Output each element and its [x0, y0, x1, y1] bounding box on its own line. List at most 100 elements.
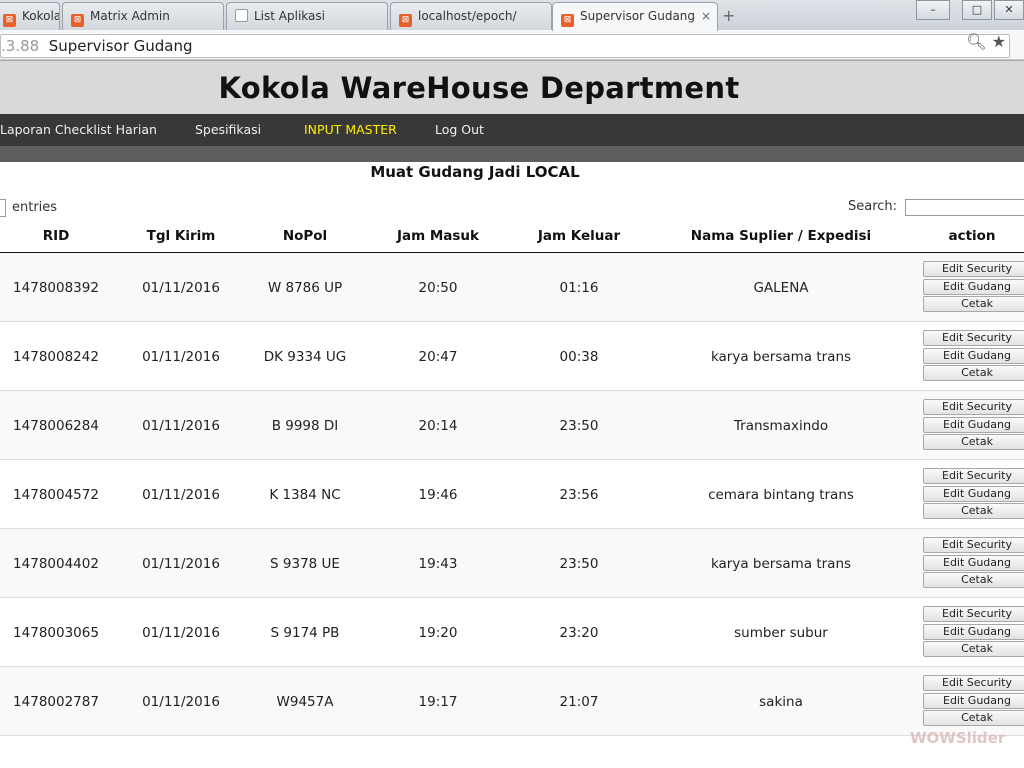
- cell-tgl-kirim: 01/11/2016: [142, 694, 220, 710]
- cell-tgl-kirim: 01/11/2016: [142, 349, 220, 365]
- page-header: Kokola WareHouse Department: [0, 60, 1024, 114]
- cell-jam-masuk: 19:17: [418, 694, 458, 710]
- cell-rid: 1478006284: [13, 418, 99, 434]
- col-nopol[interactable]: NoPol: [255, 228, 355, 244]
- xampp-icon: ⊠: [3, 14, 16, 27]
- tab-localhost-epoch[interactable]: ⊠ localhost/epoch/: [390, 2, 552, 30]
- page-title: Kokola WareHouse Department: [218, 71, 740, 105]
- close-tab-icon[interactable]: ×: [701, 9, 711, 23]
- cell-jam-keluar: 00:38: [559, 349, 599, 365]
- maximize-button[interactable]: □: [962, 0, 992, 20]
- table-row: 1478008392 01/11/2016 W 8786 UP 20:50 01:16 G…: [0, 253, 1024, 322]
- cell-jam-keluar: 01:16: [559, 280, 599, 296]
- nav-logout[interactable]: Log Out: [435, 122, 484, 137]
- cell-jam-masuk: 20:50: [418, 280, 458, 296]
- cell-nopol: B 9998 DI: [271, 418, 339, 434]
- cetak-button[interactable]: Cetak: [923, 572, 1024, 588]
- nav-divider: [0, 146, 1024, 162]
- xampp-icon: ⊠: [399, 14, 412, 27]
- table-row: 1478002787 01/11/2016 W9457A 19:17 21:07 saki…: [0, 667, 1024, 736]
- entries-length-select[interactable]: [0, 199, 6, 217]
- edit-security-button[interactable]: Edit Security: [923, 261, 1024, 277]
- edit-security-button[interactable]: Edit Security: [923, 399, 1024, 415]
- cetak-button[interactable]: Cetak: [923, 710, 1024, 726]
- cell-nama-suplier: karya bersama trans: [710, 556, 852, 572]
- nav-input-master[interactable]: INPUT MASTER: [304, 122, 397, 137]
- table-row: 1478003065 01/11/2016 S 9174 PB 19:20 23:20 s…: [0, 598, 1024, 667]
- xampp-icon: ⊠: [71, 14, 84, 27]
- col-nama-suplier[interactable]: Nama Suplier / Expedisi: [660, 228, 902, 244]
- table-row: 1478006284 01/11/2016 B 9998 DI 20:14 23:50 T…: [0, 391, 1024, 460]
- edit-security-button[interactable]: Edit Security: [923, 675, 1024, 691]
- search-input[interactable]: [905, 199, 1024, 216]
- cetak-button[interactable]: Cetak: [923, 503, 1024, 519]
- entries-label: entries: [12, 200, 58, 215]
- col-tgl-kirim[interactable]: Tgl Kirim: [130, 228, 232, 244]
- page-icon: [235, 9, 248, 22]
- zoom-icon[interactable]: 🔍︎: [966, 32, 986, 51]
- edit-gudang-button[interactable]: Edit Gudang: [923, 623, 1024, 640]
- cell-nama-suplier: sumber subur: [734, 625, 828, 641]
- tab-list-aplikasi[interactable]: List Aplikasi: [226, 2, 388, 30]
- xampp-icon: ⊠: [561, 14, 574, 27]
- cell-rid: 1478004572: [13, 487, 99, 503]
- edit-gudang-button[interactable]: Edit Gudang: [923, 485, 1024, 502]
- cell-nopol: K 1384 NC: [269, 487, 341, 503]
- cell-nopol: S 9174 PB: [270, 625, 340, 641]
- cell-jam-keluar: 21:07: [559, 694, 599, 710]
- table-row: 1478004402 01/11/2016 S 9378 UE 19:43 23:50 k…: [0, 529, 1024, 598]
- cell-rid: 1478004402: [13, 556, 99, 572]
- cell-tgl-kirim: 01/11/2016: [142, 487, 220, 503]
- cell-nopol: W9457A: [276, 694, 334, 710]
- tab-kokola[interactable]: ⊠ Kokola: [0, 2, 60, 30]
- search-label: Search:: [848, 199, 898, 214]
- url-input[interactable]: .3.88 Supervisor Gudang: [0, 34, 1010, 58]
- cetak-button[interactable]: Cetak: [923, 641, 1024, 657]
- table-header: RID Tgl Kirim NoPol Jam Masuk Jam Keluar…: [0, 222, 1024, 253]
- address-bar: .3.88 Supervisor Gudang 🔍︎ ★: [0, 30, 1024, 60]
- cell-rid: 1478003065: [13, 625, 99, 641]
- cell-nama-suplier: sakina: [759, 694, 803, 710]
- minimize-button[interactable]: –: [916, 0, 950, 20]
- cell-tgl-kirim: 01/11/2016: [142, 280, 220, 296]
- tab-matrix-admin[interactable]: ⊠ Matrix Admin: [62, 2, 224, 30]
- cell-nopol: S 9378 UE: [270, 556, 340, 572]
- edit-security-button[interactable]: Edit Security: [923, 468, 1024, 484]
- tab-supervisor-gudang[interactable]: ⊠ Supervisor Gudang ×: [552, 2, 718, 31]
- edit-gudang-button[interactable]: Edit Gudang: [923, 347, 1024, 364]
- cetak-button[interactable]: Cetak: [923, 296, 1024, 312]
- edit-gudang-button[interactable]: Edit Gudang: [923, 554, 1024, 571]
- watermark: WOWSlider: [910, 729, 1006, 747]
- cell-nama-suplier: karya bersama trans: [710, 349, 852, 365]
- edit-security-button[interactable]: Edit Security: [923, 606, 1024, 622]
- edit-gudang-button[interactable]: Edit Gudang: [923, 692, 1024, 709]
- bookmark-star-icon[interactable]: ★: [992, 32, 1006, 51]
- nav-laporan-checklist[interactable]: Laporan Checklist Harian: [0, 122, 157, 137]
- cell-nama-suplier: Transmaxindo: [733, 418, 829, 434]
- cell-jam-keluar: 23:56: [559, 487, 599, 503]
- edit-gudang-button[interactable]: Edit Gudang: [923, 278, 1024, 295]
- cell-jam-masuk: 20:14: [418, 418, 458, 434]
- edit-gudang-button[interactable]: Edit Gudang: [923, 416, 1024, 433]
- cell-nopol: W 8786 UP: [267, 280, 343, 296]
- cell-jam-masuk: 20:47: [418, 349, 458, 365]
- edit-security-button[interactable]: Edit Security: [923, 330, 1024, 346]
- new-tab-button[interactable]: +: [722, 6, 735, 25]
- cell-nopol: DK 9334 UG: [263, 349, 347, 365]
- cell-tgl-kirim: 01/11/2016: [142, 625, 220, 641]
- col-jam-keluar[interactable]: Jam Keluar: [526, 228, 632, 244]
- table-row: 1478008242 01/11/2016 DK 9334 UG 20:47 00:38…: [0, 322, 1024, 391]
- col-jam-masuk[interactable]: Jam Masuk: [388, 228, 488, 244]
- close-window-button[interactable]: ✕: [994, 0, 1024, 20]
- cell-jam-keluar: 23:20: [559, 625, 599, 641]
- col-rid[interactable]: RID: [16, 228, 96, 244]
- cetak-button[interactable]: Cetak: [923, 434, 1024, 450]
- cetak-button[interactable]: Cetak: [923, 365, 1024, 381]
- edit-security-button[interactable]: Edit Security: [923, 537, 1024, 553]
- cell-rid: 1478002787: [13, 694, 99, 710]
- table-row: 1478004572 01/11/2016 K 1384 NC 19:46 23:56 c…: [0, 460, 1024, 529]
- cell-rid: 1478008242: [13, 349, 99, 365]
- nav-spesifikasi[interactable]: Spesifikasi: [195, 122, 261, 137]
- cell-tgl-kirim: 01/11/2016: [142, 418, 220, 434]
- cell-nama-suplier: GALENA: [753, 280, 809, 296]
